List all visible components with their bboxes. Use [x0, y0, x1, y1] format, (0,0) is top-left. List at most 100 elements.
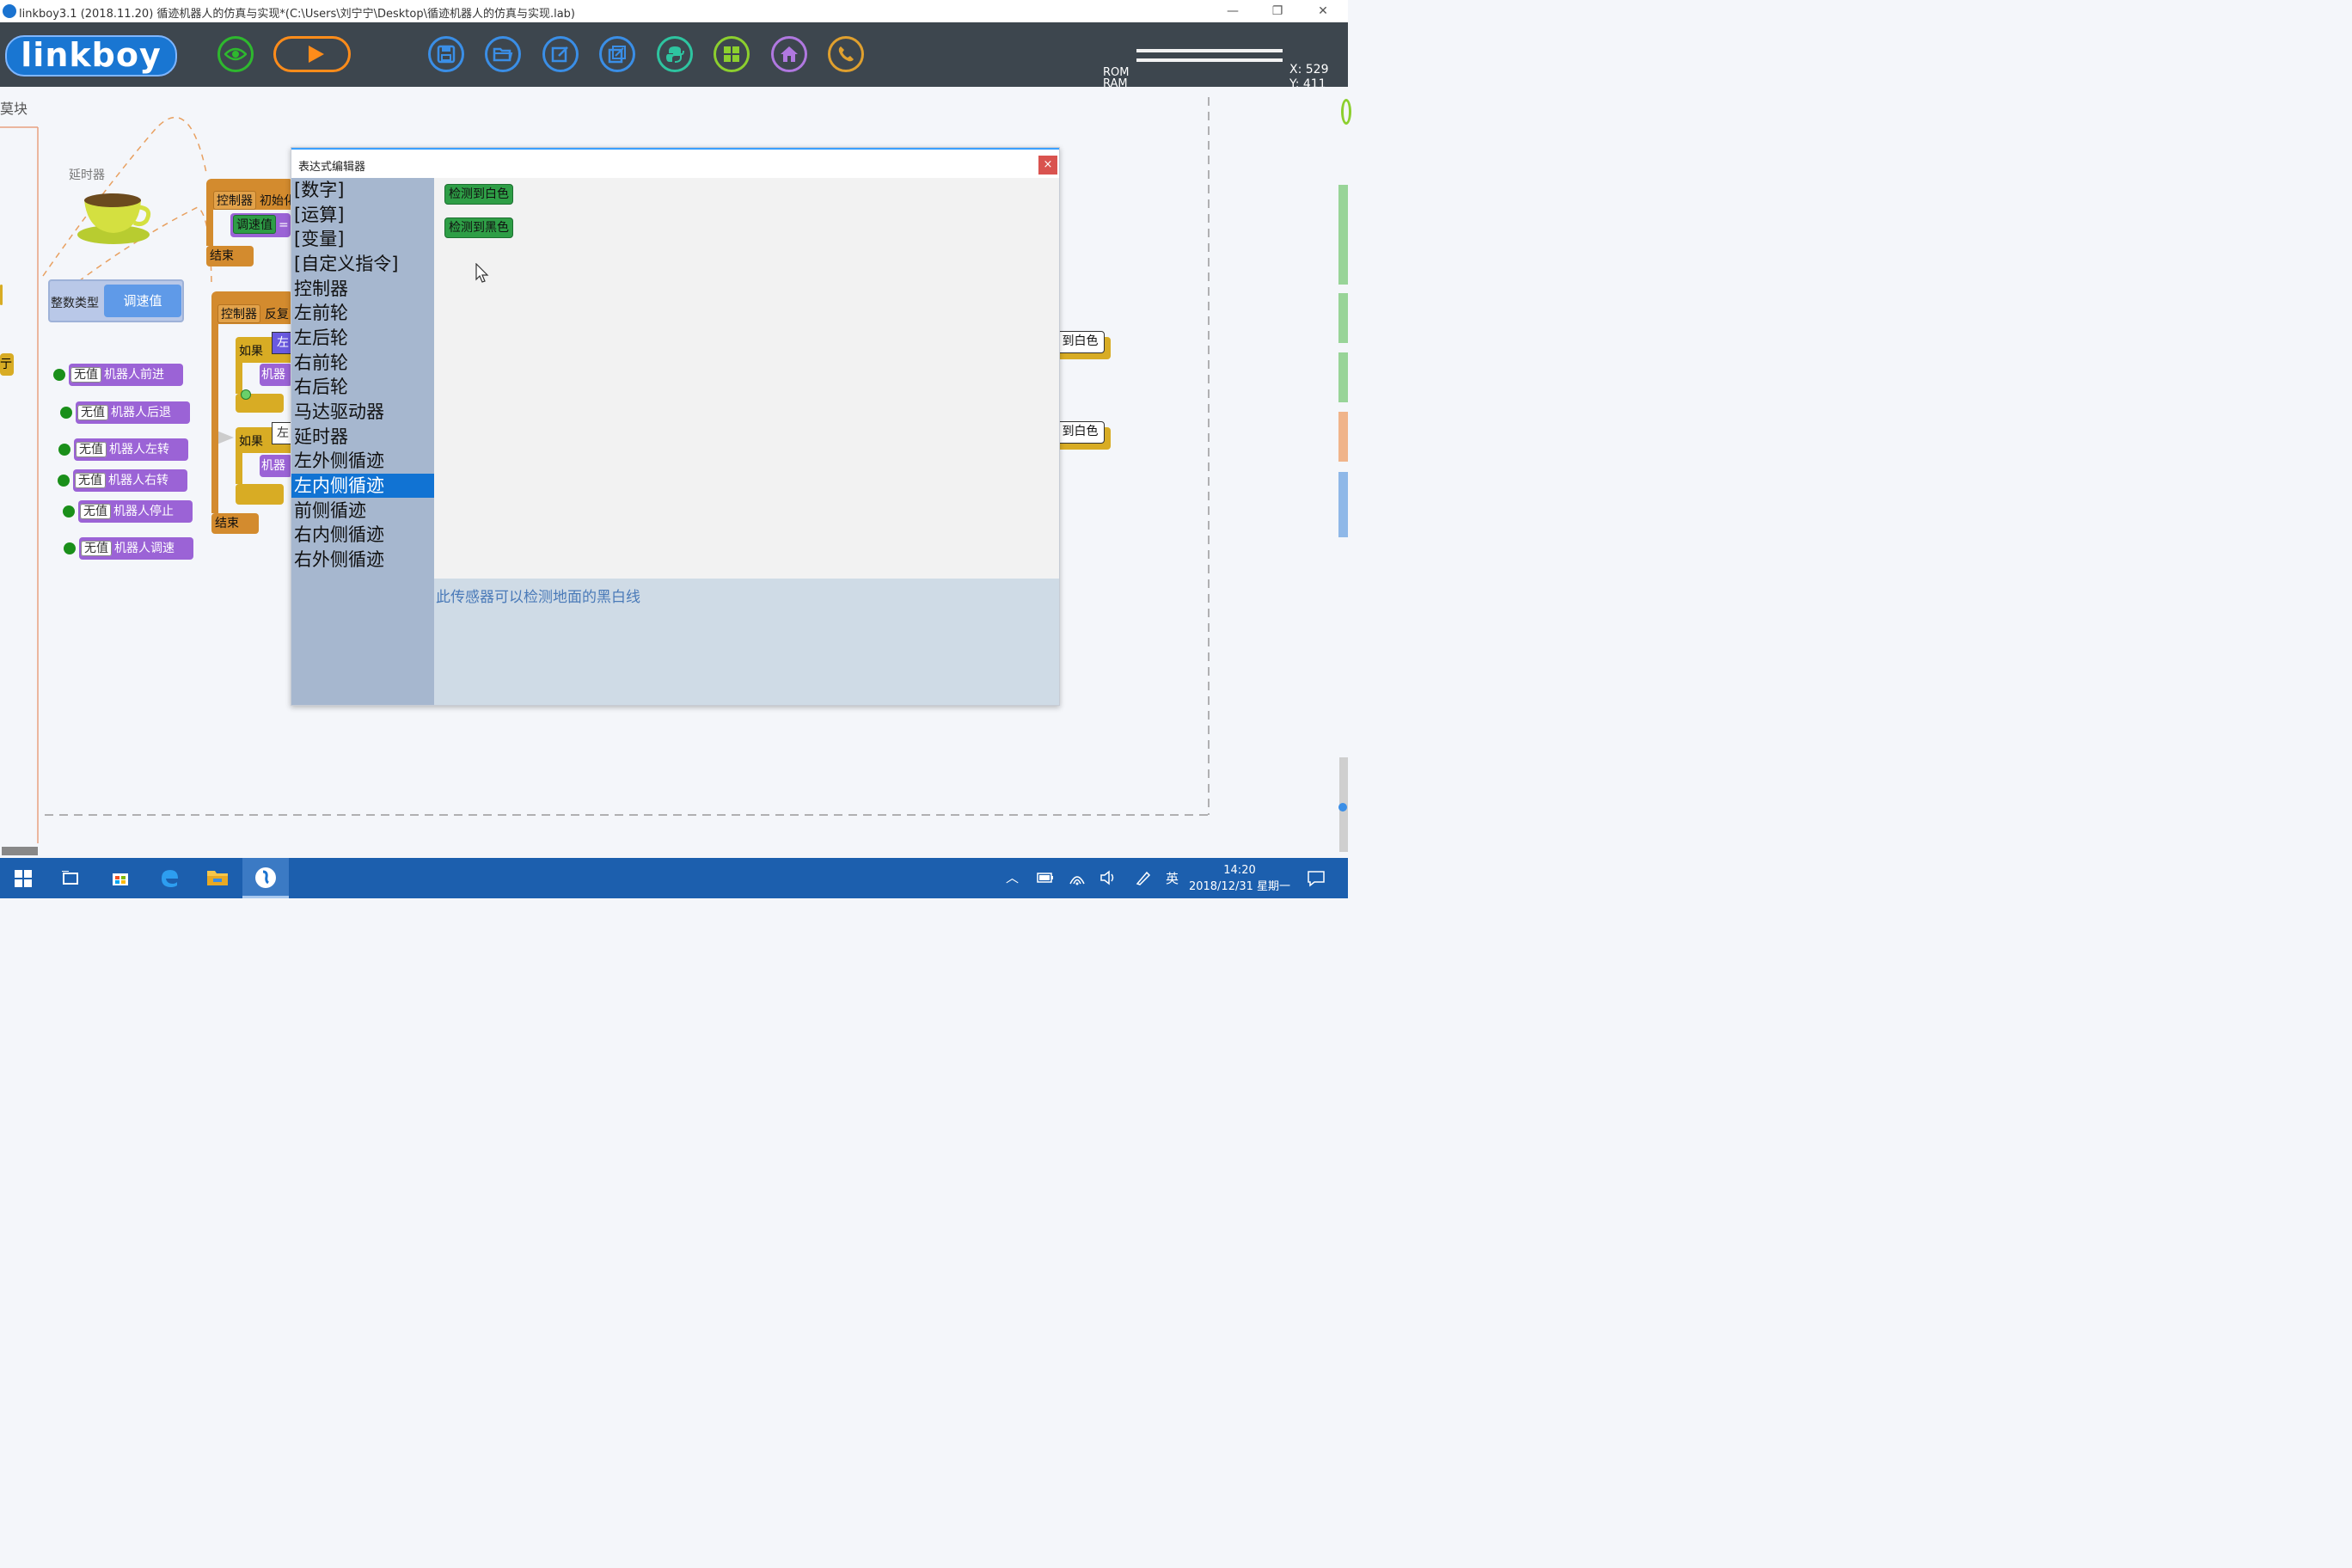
palette-tab-4[interactable]	[1338, 412, 1348, 462]
store-icon[interactable]	[97, 858, 144, 898]
clock[interactable]: 14:20 2018/12/31 星期一	[1188, 862, 1291, 895]
end-block-1[interactable]: 结束	[206, 246, 254, 266]
action-tag: 无值	[80, 504, 111, 519]
dialog-close-button[interactable]: ×	[1038, 156, 1057, 175]
save-icon[interactable]	[428, 36, 464, 72]
edge-circle-icon[interactable]	[1341, 99, 1351, 125]
list-item[interactable]: [自定义指令]	[291, 252, 434, 276]
list-item[interactable]: [数字]	[291, 178, 434, 202]
action-label: 机器人后退	[111, 406, 171, 420]
wifi-icon[interactable]	[1069, 870, 1086, 885]
task-view-icon[interactable]	[47, 858, 94, 898]
palette-tab-3[interactable]	[1338, 352, 1348, 402]
palette-tab-2[interactable]	[1338, 293, 1348, 343]
edge-browser-icon[interactable]	[146, 858, 193, 898]
list-item[interactable]: 控制器	[291, 277, 434, 301]
modules-grid-icon[interactable]	[714, 36, 750, 72]
list-item[interactable]: [变量]	[291, 227, 434, 251]
action-block[interactable]: 无值 机器人调速	[79, 537, 193, 560]
action-label: 机器人左转	[109, 443, 169, 456]
action-block[interactable]: 无值 机器人前进	[69, 364, 183, 386]
show-hidden-icons[interactable]: ︿	[1006, 868, 1019, 886]
eye-icon[interactable]	[217, 36, 254, 72]
action-block[interactable]: 无值 机器人停止	[78, 500, 193, 523]
battery-icon[interactable]	[1037, 872, 1054, 884]
list-item[interactable]: [运算]	[291, 203, 434, 227]
home-icon[interactable]	[771, 36, 807, 72]
robot-action-1[interactable]: 机器	[260, 364, 292, 386]
ime-indicator[interactable]: 英	[1166, 869, 1179, 887]
end-block-2[interactable]: 结束	[211, 513, 259, 534]
expression-block-area: 检测到白色 检测到黑色	[434, 178, 1059, 579]
close-window-button[interactable]: ✕	[1303, 0, 1343, 22]
controller-repeat-block[interactable]: 控制器 反复	[211, 291, 292, 324]
palette-tab-1[interactable]	[1338, 185, 1348, 285]
equals-sign: =	[279, 218, 289, 232]
action-dot[interactable]	[58, 475, 70, 487]
action-dot[interactable]	[64, 542, 76, 554]
action-dot[interactable]	[53, 369, 65, 381]
action-block[interactable]: 无值 机器人右转	[73, 469, 187, 492]
phone-icon[interactable]	[828, 36, 864, 72]
restore-button[interactable]: ❐	[1258, 0, 1297, 22]
action-tag: 无值	[76, 442, 107, 457]
notification-icon[interactable]	[1307, 870, 1326, 887]
controller-init-block[interactable]: 控制器 初始化	[206, 179, 296, 210]
list-item[interactable]: 右内侧循迹	[291, 523, 434, 547]
edit-icon[interactable]	[542, 36, 579, 72]
volume-icon[interactable]	[1099, 870, 1117, 885]
toolbar: linkboy ROM RAM X: 529 Y: 411	[0, 22, 1348, 91]
dialog-title-bar[interactable]: 表达式编辑器	[291, 148, 1059, 178]
x-coordinate: X: 529	[1289, 63, 1329, 77]
list-item[interactable]: 左外侧循迹	[291, 449, 434, 473]
action-block[interactable]: 无值 机器人左转	[74, 438, 188, 461]
windows-start-icon[interactable]	[0, 858, 46, 898]
action-dot[interactable]	[63, 505, 75, 518]
action-block[interactable]: 无值 机器人后退	[76, 401, 190, 424]
module-panel-label: 莫块	[0, 101, 28, 117]
right-chip-1: 到白色	[1056, 331, 1105, 353]
left-edge-block-2[interactable]: 亍	[0, 353, 14, 376]
repeat-label: 反复	[265, 308, 289, 322]
if-block-2-side	[236, 453, 242, 484]
action-dot[interactable]	[58, 444, 70, 456]
detect-white-block[interactable]: 检测到白色	[444, 184, 513, 205]
palette-tab-5[interactable]	[1338, 472, 1348, 537]
list-item[interactable]: 左前轮	[291, 301, 434, 325]
if-block-1[interactable]: 如果 左	[236, 332, 294, 363]
list-item[interactable]: 左后轮	[291, 326, 434, 350]
list-item[interactable]: 右后轮	[291, 375, 434, 399]
action-dot[interactable]	[60, 407, 72, 419]
robot-action-2[interactable]: 机器	[260, 455, 292, 477]
run-button[interactable]	[273, 36, 351, 72]
action-tag: 无值	[77, 405, 108, 420]
list-item[interactable]: 右外侧循迹	[291, 548, 434, 572]
file-explorer-icon[interactable]	[194, 858, 241, 898]
detect-black-block[interactable]: 检测到黑色	[444, 217, 513, 238]
left-edge-block[interactable]	[0, 285, 3, 305]
controller-repeat-side	[211, 324, 218, 513]
list-item[interactable]: 延时器	[291, 425, 434, 449]
pen-icon[interactable]	[1135, 870, 1152, 885]
connector-dot[interactable]	[241, 389, 251, 400]
if-label-1: 如果	[239, 345, 263, 358]
if-block-2[interactable]: 如果 左	[236, 422, 294, 453]
action-label: 机器人调速	[114, 542, 175, 555]
speed-value-variable[interactable]: 调速值	[104, 285, 181, 317]
minimize-button[interactable]: —	[1213, 0, 1253, 22]
list-item-selected[interactable]: 左内侧循迹	[291, 474, 434, 498]
list-item[interactable]: 前侧循迹	[291, 499, 434, 523]
export-icon[interactable]	[599, 36, 635, 72]
teacup-icon[interactable]	[74, 181, 153, 247]
right-condition-2[interactable]: 到白色	[1056, 421, 1111, 450]
right-condition-1[interactable]: 到白色	[1056, 331, 1111, 359]
list-item[interactable]: 马达驱动器	[291, 400, 434, 424]
python-icon[interactable]	[657, 36, 693, 72]
assign-block[interactable]: 调速值 =	[230, 213, 291, 237]
window-title: linkboy3.1 (2018.11.20) 循迹机器人的仿真与实现*(C:\…	[19, 8, 576, 21]
if-block-2-bottom	[236, 484, 284, 505]
open-folder-icon[interactable]	[485, 36, 521, 72]
int-variable-block[interactable]: 整数类型 调速值	[48, 279, 184, 322]
list-item[interactable]: 右前轮	[291, 351, 434, 375]
linkboy-taskbar-icon[interactable]	[242, 858, 289, 898]
